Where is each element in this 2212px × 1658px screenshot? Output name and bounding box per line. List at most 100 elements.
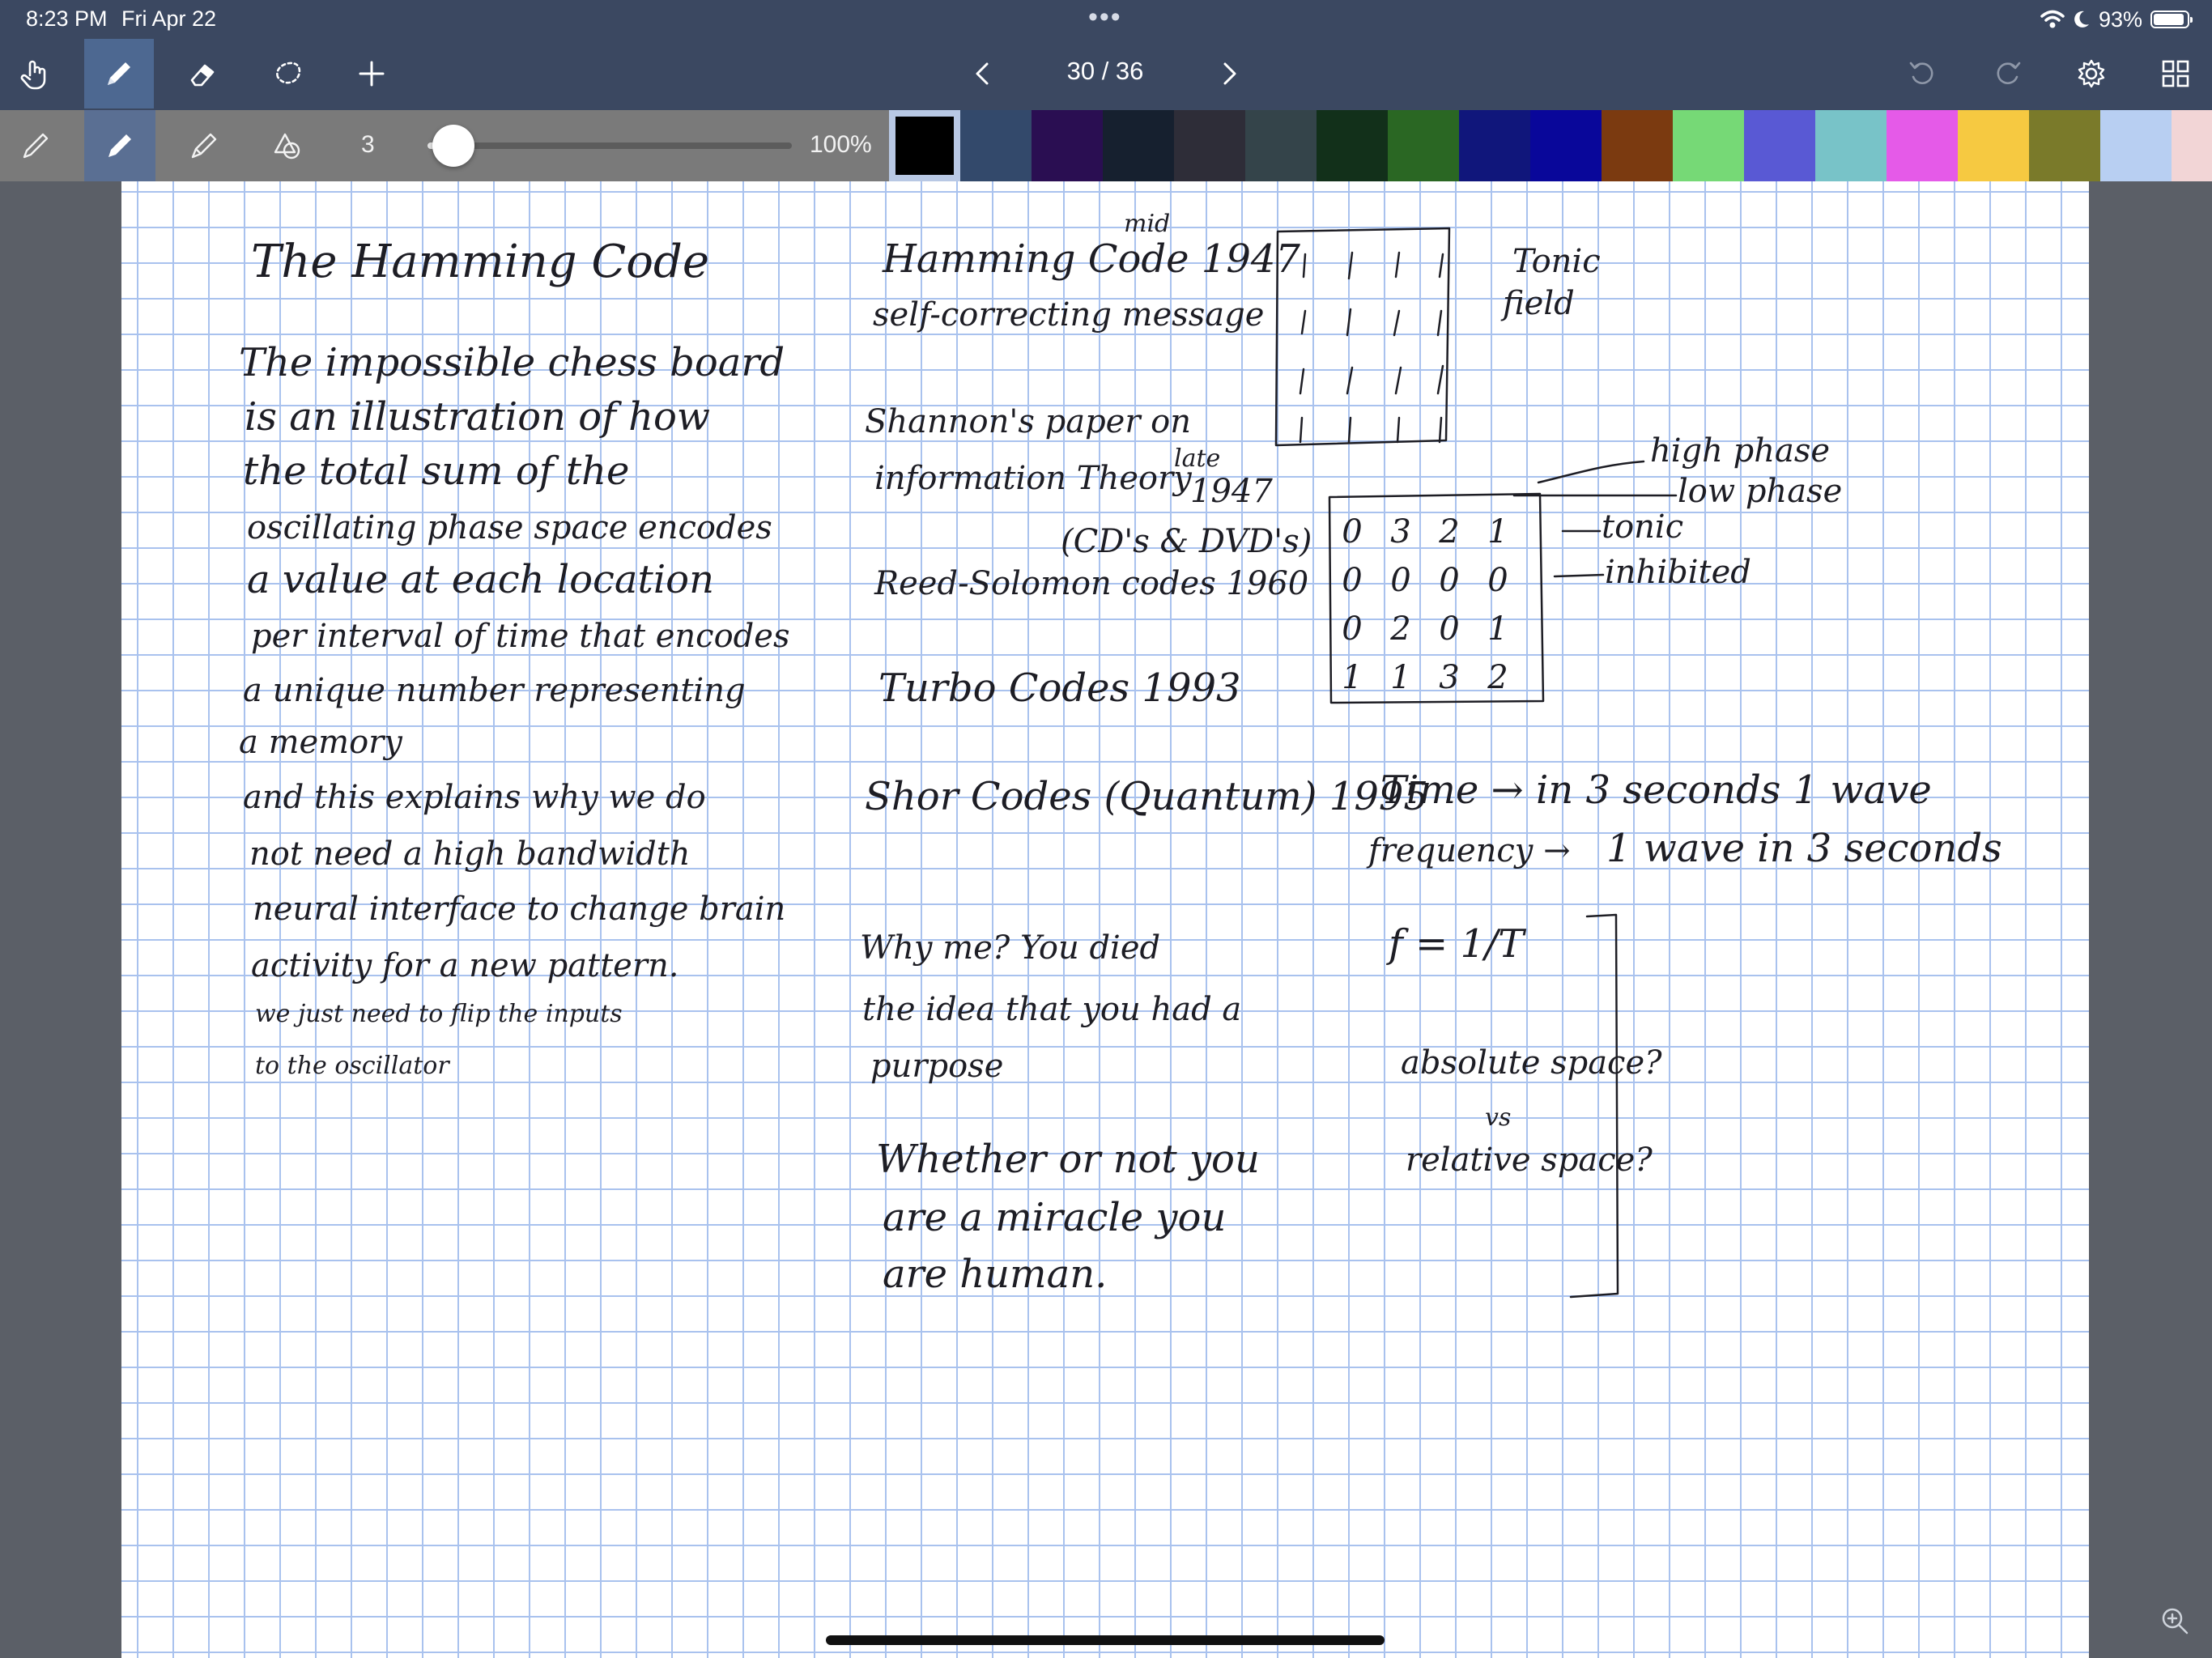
shor-line: Shor Codes (Quantum) 1995 <box>865 774 1428 819</box>
hand-tool-button[interactable] <box>0 39 70 108</box>
why-line-2: the idea that you had a <box>862 991 1241 1028</box>
col1-line: a unique number representing <box>243 672 746 709</box>
previous-page-button[interactable] <box>949 39 1019 108</box>
color-swatch[interactable] <box>1958 110 2029 181</box>
vs-label: vs <box>1485 1103 1511 1132</box>
settings-button[interactable] <box>2057 39 2126 108</box>
next-page-button[interactable] <box>1193 39 1263 108</box>
zoom-icon[interactable] <box>2159 1605 2191 1637</box>
col1-line: the total sum of the <box>243 449 629 494</box>
low-phase-label: low phase <box>1678 473 1842 510</box>
undo-button[interactable] <box>1888 39 1958 108</box>
whether-line-3: are human. <box>883 1252 1107 1297</box>
color-swatch[interactable] <box>889 110 960 181</box>
phase-grid-value: 1 <box>1390 659 1410 696</box>
whether-line-1: Whether or not you <box>876 1137 1260 1182</box>
wifi-icon <box>2040 10 2065 28</box>
phase-grid-value: 1 <box>1487 610 1508 648</box>
shapes-button[interactable] <box>251 110 322 181</box>
page-indicator[interactable]: 30 / 36 <box>1028 57 1182 86</box>
color-swatch[interactable] <box>1602 110 1673 181</box>
pen-options-bar: 3 100% <box>0 110 2212 181</box>
phase-grid: 0 3 2 10 0 0 00 2 0 11 1 3 2 <box>1342 513 1508 696</box>
year-1947: 1947 <box>1190 473 1273 510</box>
home-indicator[interactable] <box>826 1635 1385 1645</box>
color-swatch[interactable] <box>1459 110 1530 181</box>
phase-grid-value: 1 <box>1342 659 1362 696</box>
highlighter-icon <box>191 133 217 159</box>
col1-line: neural interface to change brain <box>253 891 785 928</box>
pen-tool-button[interactable] <box>84 39 154 108</box>
frequency-label: frequency → <box>1366 832 1571 869</box>
col1-line: a value at each location <box>247 557 714 602</box>
tonic-label-2: field <box>1500 285 1575 322</box>
absolute-space-label: absolute space? <box>1401 1044 1662 1082</box>
note-title: The Hamming Code <box>251 236 709 288</box>
high-phase-label: high phase <box>1650 432 1830 470</box>
color-swatch[interactable] <box>1815 110 1887 181</box>
status-time: 8:23 PM <box>26 6 108 31</box>
tonic-row-label: tonic <box>1602 508 1683 546</box>
grid-icon <box>2162 60 2189 87</box>
col1-line: per interval of time that encodes <box>251 618 789 655</box>
col1-line: and this explains why we do <box>243 779 706 816</box>
inhibited-row-label: inhibited <box>1605 554 1751 591</box>
color-swatch[interactable] <box>1245 110 1317 181</box>
mid-note: mid <box>1124 210 1170 238</box>
phase-grid-value: 3 <box>1439 659 1459 696</box>
eraser-tool-button[interactable] <box>168 39 238 108</box>
whether-line-2: are a miracle you <box>883 1195 1226 1240</box>
add-button[interactable] <box>337 39 406 108</box>
ballpoint-pen-button[interactable] <box>0 110 71 181</box>
color-swatch[interactable] <box>2029 110 2100 181</box>
pen-size-slider[interactable] <box>428 125 792 167</box>
space-bracket <box>1569 913 1619 1299</box>
slider-thumb[interactable] <box>432 125 474 167</box>
reed-solomon-line: Reed-Solomon codes 1960 <box>874 565 1308 602</box>
color-swatch[interactable] <box>1673 110 1744 181</box>
highlighter-button[interactable] <box>168 110 240 181</box>
color-swatch[interactable] <box>2172 110 2212 181</box>
lasso-tool-button[interactable] <box>253 39 322 108</box>
color-swatch[interactable] <box>1887 110 1958 181</box>
tonic-field-marks <box>1299 251 1444 444</box>
eraser-icon <box>190 64 215 87</box>
phase-grid-value: 3 <box>1390 513 1410 551</box>
color-swatch[interactable] <box>1744 110 1815 181</box>
shannon-line-2: information Theory <box>874 460 1193 497</box>
undo-icon <box>1909 62 1933 84</box>
phase-grid-value: 0 <box>1342 513 1362 551</box>
note-page[interactable]: The Hamming Code The impossible chess bo… <box>121 181 2089 1658</box>
color-swatch[interactable] <box>1032 110 1103 181</box>
color-swatch[interactable] <box>1103 110 1174 181</box>
col1-line: oscillating phase space encodes <box>247 509 772 546</box>
phase-grid-value: 0 <box>1439 610 1459 648</box>
page-grid-button[interactable] <box>2141 39 2210 108</box>
add-icon <box>359 61 385 87</box>
frequency-line: 1 wave in 3 seconds <box>1606 826 2002 871</box>
col1-line: we just need to flip the inputs <box>255 1000 623 1028</box>
color-swatch[interactable] <box>1317 110 1388 181</box>
opacity-value: 100% <box>810 131 872 158</box>
turbo-line: Turbo Codes 1993 <box>878 665 1241 711</box>
fountain-pen-button[interactable] <box>84 110 155 181</box>
redo-button[interactable] <box>1972 39 2042 108</box>
multitasking-dots[interactable]: ••• <box>1088 2 1122 33</box>
color-swatch[interactable] <box>2100 110 2172 181</box>
shannon-line-1: Shannon's paper on <box>865 403 1191 440</box>
col1-line: a memory <box>239 724 403 761</box>
color-swatch[interactable] <box>960 110 1032 181</box>
color-swatch[interactable] <box>1388 110 1459 181</box>
col1-line: is an illustration of how <box>245 394 710 440</box>
color-swatch[interactable] <box>1530 110 1602 181</box>
phase-grid-value: 0 <box>1342 562 1362 599</box>
late-note: late <box>1174 444 1220 473</box>
pen-icon <box>108 62 130 85</box>
phase-grid-value: 2 <box>1389 610 1410 648</box>
frequency-formula: f = 1/T <box>1386 921 1526 967</box>
color-swatch[interactable] <box>1174 110 1245 181</box>
battery-percent: 93% <box>2098 6 2142 32</box>
top-toolbar: 8:23 PM Fri Apr 22 ••• 93% 30 / 36 <box>0 0 2212 110</box>
self-correcting-line: self-correcting message <box>873 296 1264 334</box>
redo-icon <box>1997 62 2021 84</box>
